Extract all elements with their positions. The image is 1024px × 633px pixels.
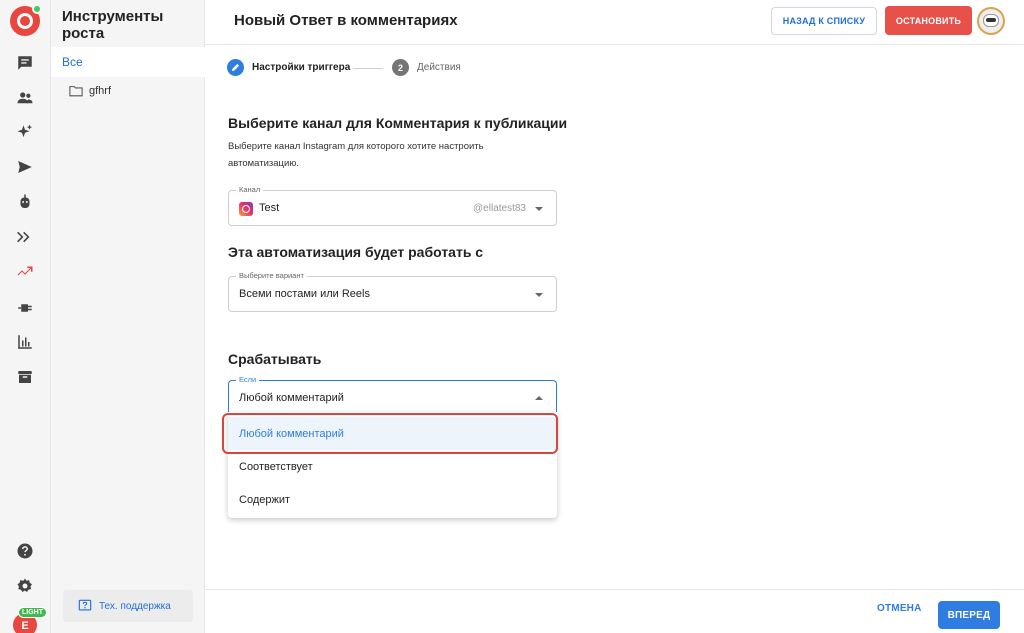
- logo-mark: [17, 13, 33, 29]
- stop-button[interactable]: ОСТАНОВИТЬ: [885, 6, 972, 35]
- folder-name: gfhrf: [89, 85, 112, 97]
- account-avatar[interactable]: [977, 7, 1005, 35]
- avatar-robot-eyes: [986, 18, 996, 22]
- next-button[interactable]: ВПЕРЕД: [938, 601, 1000, 629]
- option-matches[interactable]: Соответствует: [228, 450, 557, 483]
- plan-badge: LIGHT: [18, 607, 47, 618]
- chat-icon[interactable]: [13, 51, 37, 75]
- sidebar-item-all[interactable]: Все: [51, 47, 205, 77]
- help-icon[interactable]: [13, 539, 37, 563]
- channel-select[interactable]: Канал Test @ellatest83: [228, 185, 557, 226]
- support-label: Тех. поддержка: [99, 600, 171, 612]
- support-button[interactable]: Тех. поддержка: [63, 590, 193, 622]
- cancel-button[interactable]: ОТМЕНА: [877, 603, 922, 614]
- scope-value: Всеми постами или Reels: [239, 288, 370, 300]
- online-status-dot: [32, 4, 42, 14]
- page-footer: ОТМЕНА ВПЕРЕД: [205, 589, 1024, 633]
- scope-heading: Эта автоматизация будет работать с: [228, 244, 484, 260]
- stepper-connector: [353, 68, 383, 69]
- trigger-value: Любой комментарий: [239, 392, 344, 404]
- step2-label: Действия: [417, 62, 461, 73]
- growth-trend-icon[interactable]: [13, 259, 37, 283]
- option-contains[interactable]: Содержит: [228, 483, 557, 516]
- app-logo[interactable]: [10, 4, 42, 36]
- users-icon[interactable]: [13, 86, 37, 110]
- page-title: Новый Ответ в комментариях: [234, 12, 458, 29]
- pencil-icon: [227, 59, 244, 76]
- back-to-list-button[interactable]: НАЗАД К СПИСКУ: [771, 7, 877, 35]
- page-header: Новый Ответ в комментариях НАЗАД К СПИСК…: [205, 0, 1024, 45]
- sidebar-title: Инструменты роста: [62, 8, 164, 42]
- folder-icon: [69, 86, 83, 97]
- analytics-icon[interactable]: [13, 330, 37, 354]
- growth-tools-sidebar: Инструменты роста Все gfhrf Тех. поддерж…: [51, 0, 205, 633]
- sparkles-icon[interactable]: [13, 120, 37, 144]
- channel-value: Test: [259, 202, 280, 214]
- step-trigger-settings[interactable]: Настройки триггера: [227, 59, 350, 76]
- channel-heading: Выберите канал для Комментария к публика…: [228, 115, 568, 131]
- step-actions[interactable]: 2 Действия: [392, 59, 461, 76]
- archive-icon[interactable]: [13, 365, 37, 389]
- flows-icon[interactable]: [13, 225, 37, 249]
- trigger-condition-select[interactable]: Если Любой комментарий: [228, 375, 557, 412]
- step1-label: Настройки триггера: [252, 62, 351, 73]
- integrations-icon[interactable]: [13, 296, 37, 320]
- settings-icon[interactable]: [13, 574, 37, 598]
- step2-number: 2: [392, 59, 409, 76]
- trigger-heading: Срабатывать: [228, 351, 322, 367]
- chevron-up-icon: [535, 396, 543, 400]
- chevron-down-icon: [535, 207, 543, 211]
- chevron-down-icon: [535, 293, 543, 297]
- support-icon: [78, 599, 92, 611]
- sidebar-folder[interactable]: gfhrf: [69, 85, 111, 97]
- bot-icon[interactable]: [13, 190, 37, 214]
- send-icon[interactable]: [13, 155, 37, 179]
- channel-field-label: Канал: [236, 185, 264, 194]
- icon-rail: E LIGHT: [0, 0, 51, 633]
- instagram-icon: [239, 202, 253, 216]
- channel-description: Выберите канал Instagram для которого хо…: [228, 141, 484, 169]
- scope-select[interactable]: Выберите вариант Всеми постами или Reels: [228, 271, 557, 312]
- scope-field-label: Выберите вариант: [236, 271, 307, 280]
- channel-account: @ellatest83: [473, 203, 526, 214]
- trigger-field-label: Если: [236, 375, 260, 384]
- selection-highlight: [222, 413, 558, 454]
